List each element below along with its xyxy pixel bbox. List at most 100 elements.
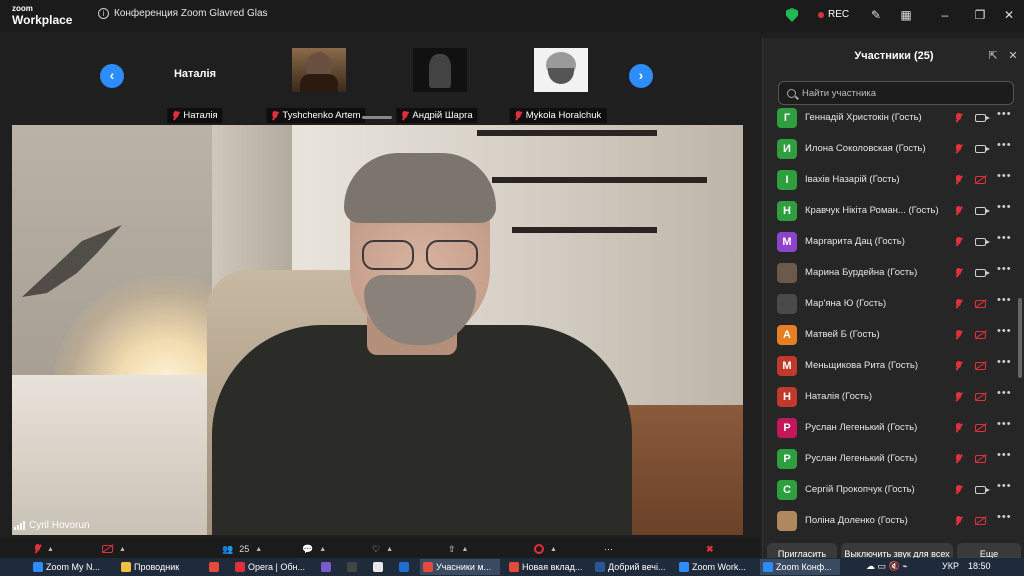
- shield-icon[interactable]: [786, 8, 798, 22]
- magic-wand-icon[interactable]: ✎: [869, 8, 883, 22]
- taskbar-item[interactable]: [318, 559, 340, 575]
- filmstrip-tile[interactable]: Наталія Наталія: [135, 48, 255, 123]
- chevron-up-icon[interactable]: ▲: [319, 546, 326, 553]
- mic-muted-icon[interactable]: [955, 236, 962, 247]
- video-camera-icon[interactable]: [975, 268, 990, 277]
- filmstrip-next-button[interactable]: ›: [629, 64, 653, 88]
- video-button[interactable]: ▲: [102, 542, 126, 556]
- panel-scrollbar[interactable]: [1018, 298, 1022, 378]
- more-options-icon[interactable]: •••: [997, 356, 1012, 368]
- mute-button[interactable]: ▲: [34, 542, 54, 556]
- filmstrip-tile[interactable]: Mykola Horalchuk: [498, 48, 618, 123]
- filmstrip-prev-button[interactable]: ‹: [100, 64, 124, 88]
- video-camera-icon[interactable]: [975, 237, 990, 246]
- mic-muted-icon[interactable]: [955, 422, 962, 433]
- mic-muted-icon[interactable]: [955, 112, 962, 123]
- participant-row[interactable]: Р Руслан Легенький (Гость) •••: [763, 412, 1013, 443]
- taskbar-item[interactable]: [344, 559, 366, 575]
- more-options-icon[interactable]: •••: [997, 263, 1012, 275]
- filmstrip-tile[interactable]: Tyshchenko Artem: [256, 48, 376, 123]
- video-camera-icon[interactable]: [975, 206, 990, 215]
- share-button[interactable]: ⇧ ▲: [448, 542, 468, 556]
- video-off-icon[interactable]: [975, 330, 986, 339]
- active-speaker-video[interactable]: [12, 125, 743, 535]
- video-off-icon[interactable]: [975, 299, 986, 308]
- more-options-icon[interactable]: •••: [997, 511, 1012, 523]
- participant-row[interactable]: Марина Бурдейна (Гость) •••: [763, 257, 1013, 288]
- chevron-up-icon[interactable]: ▲: [47, 546, 54, 553]
- participant-row[interactable]: А Матвей Б (Гость) •••: [763, 319, 1013, 350]
- more-options-icon[interactable]: •••: [997, 201, 1012, 213]
- mic-muted-icon[interactable]: [955, 298, 962, 309]
- video-camera-icon[interactable]: [975, 144, 990, 153]
- participant-row[interactable]: Мар'яна Ю (Гость) •••: [763, 288, 1013, 319]
- chevron-up-icon[interactable]: ▲: [119, 546, 126, 553]
- chat-button[interactable]: 💬 ▲: [302, 542, 326, 556]
- more-options-icon[interactable]: •••: [997, 480, 1012, 492]
- participant-row[interactable]: И Илона Соколовская (Гость) •••: [763, 133, 1013, 164]
- pop-out-icon[interactable]: ⇱: [987, 50, 999, 62]
- reactions-button[interactable]: ♡ ▲: [372, 542, 393, 556]
- participant-row[interactable]: С Сергій Прокопчук (Гость) •••: [763, 474, 1013, 505]
- participant-row[interactable]: Н Кравчук Нікіта Роман... (Гость) •••: [763, 195, 1013, 226]
- search-input[interactable]: [802, 87, 1002, 99]
- participant-row[interactable]: Г Геннадій Христокін (Гость) •••: [763, 102, 1013, 133]
- taskbar-item[interactable]: Zoom My N...: [30, 559, 114, 575]
- video-off-icon[interactable]: [975, 175, 986, 184]
- chevron-up-icon[interactable]: ▲: [255, 546, 262, 553]
- mic-muted-icon[interactable]: [955, 391, 962, 402]
- apps-icon[interactable]: ▦: [899, 8, 913, 22]
- more-options-icon[interactable]: •••: [997, 139, 1012, 151]
- meeting-title[interactable]: i Конференция Zoom Glavred Glas: [98, 8, 268, 19]
- taskbar-item[interactable]: [396, 559, 418, 575]
- taskbar-item[interactable]: Новая вклад...: [506, 559, 588, 575]
- more-options-icon[interactable]: •••: [997, 325, 1012, 337]
- tray-icons[interactable]: ☁ ▭ 🔇 ⌁: [866, 561, 908, 572]
- more-options-icon[interactable]: •••: [997, 418, 1012, 430]
- end-meeting-button[interactable]: ✖: [706, 542, 714, 556]
- participant-row[interactable]: Поліна Доленко (Гость) •••: [763, 505, 1013, 536]
- video-off-icon[interactable]: [975, 361, 986, 370]
- chevron-up-icon[interactable]: ▲: [550, 546, 557, 553]
- participant-row[interactable]: М Меньщикова Рита (Гость) •••: [763, 350, 1013, 381]
- participant-row[interactable]: І Івахів Назарій (Гость) •••: [763, 164, 1013, 195]
- participant-row[interactable]: Р Руслан Легенький (Гость) •••: [763, 443, 1013, 474]
- video-off-icon[interactable]: [975, 454, 986, 463]
- mic-muted-icon[interactable]: [955, 515, 962, 526]
- taskbar-item[interactable]: Zoom Конф...: [760, 559, 840, 575]
- keyboard-language[interactable]: УКР: [942, 561, 959, 571]
- more-options-button[interactable]: ⋯: [604, 542, 613, 556]
- close-panel-icon[interactable]: ✕: [1007, 50, 1019, 62]
- mic-muted-icon[interactable]: [955, 329, 962, 340]
- clock[interactable]: 18:50: [968, 561, 991, 571]
- mic-muted-icon[interactable]: [955, 360, 962, 371]
- video-off-icon[interactable]: [975, 392, 986, 401]
- more-options-icon[interactable]: •••: [997, 170, 1012, 182]
- info-icon[interactable]: i: [98, 8, 109, 19]
- record-button[interactable]: ▲: [534, 542, 557, 556]
- video-camera-icon[interactable]: [975, 485, 990, 494]
- video-camera-icon[interactable]: [975, 113, 990, 122]
- mic-muted-icon[interactable]: [955, 267, 962, 278]
- mic-muted-icon[interactable]: [955, 174, 962, 185]
- mic-muted-icon[interactable]: [955, 143, 962, 154]
- taskbar-item[interactable]: [206, 559, 228, 575]
- filmstrip-tile[interactable]: Андрій Шарга: [377, 48, 497, 123]
- more-options-icon[interactable]: •••: [997, 108, 1012, 120]
- taskbar-item[interactable]: Добрий вечі...: [592, 559, 672, 575]
- mic-muted-icon[interactable]: [955, 205, 962, 216]
- more-options-icon[interactable]: •••: [997, 294, 1012, 306]
- mic-muted-icon[interactable]: [955, 453, 962, 464]
- chevron-up-icon[interactable]: ▲: [386, 546, 393, 553]
- more-options-icon[interactable]: •••: [997, 449, 1012, 461]
- participant-row[interactable]: М Маргарита Дац (Гость) •••: [763, 226, 1013, 257]
- taskbar-item[interactable]: Zoom Work...: [676, 559, 756, 575]
- record-indicator[interactable]: REC: [818, 9, 849, 20]
- participant-row[interactable]: Н Наталія (Гость) •••: [763, 381, 1013, 412]
- mic-muted-icon[interactable]: [955, 484, 962, 495]
- close-icon[interactable]: ✕: [1002, 8, 1016, 22]
- taskbar-item[interactable]: [370, 559, 392, 575]
- taskbar-item[interactable]: Учасники м...: [420, 559, 500, 575]
- video-off-icon[interactable]: [975, 516, 986, 525]
- video-off-icon[interactable]: [975, 423, 986, 432]
